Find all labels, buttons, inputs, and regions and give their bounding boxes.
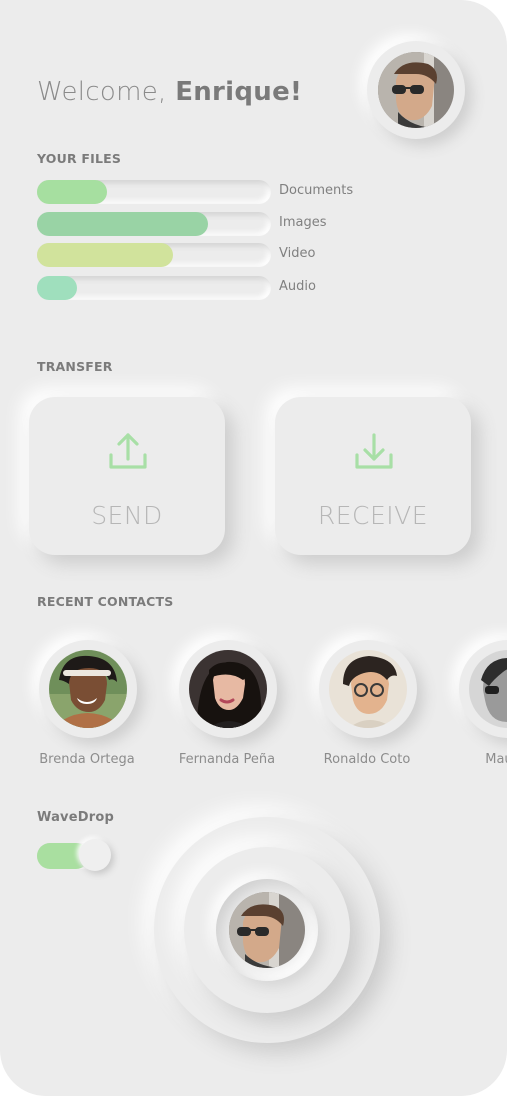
file-usage-fill [37, 180, 107, 204]
file-usage-bar [37, 243, 271, 267]
contact-avatar [189, 650, 267, 728]
file-usage-bar [37, 212, 271, 236]
profile-avatar-button[interactable] [367, 41, 465, 139]
file-usage-bar [37, 180, 271, 204]
user-name: Enrique! [175, 77, 303, 107]
app-screen: Welcome, Enrique! YOUR FILES Documents Im… [0, 0, 507, 1096]
contact-avatar-button[interactable] [179, 640, 277, 738]
file-type-label: Video [279, 246, 316, 261]
file-type-label: Audio [279, 279, 316, 294]
receive-button[interactable]: RECEIVE [275, 397, 471, 555]
wavedrop-user-avatar [229, 892, 305, 968]
toggle-knob[interactable] [79, 839, 111, 871]
transfer-section-title: TRANSFER [37, 359, 113, 374]
send-button[interactable]: SEND [29, 397, 225, 555]
contact-avatar-button[interactable] [459, 640, 507, 738]
receive-label: RECEIVE [317, 501, 429, 530]
wavedrop-title: WaveDrop [37, 810, 114, 825]
contact-avatar [49, 650, 127, 728]
contacts-section-title: RECENT CONTACTS [37, 594, 174, 609]
greeting-text: Welcome, [37, 77, 167, 107]
wavedrop-toggle[interactable] [37, 839, 111, 871]
send-label: SEND [91, 501, 163, 530]
contact-name: Mauric [485, 752, 507, 767]
contact-avatar-button[interactable] [39, 640, 137, 738]
file-usage-fill [37, 243, 173, 267]
upload-icon [109, 433, 147, 469]
file-type-label: Documents [279, 183, 354, 198]
contact-name: Ronaldo Coto [323, 752, 411, 767]
contact-name: Fernanda Peña [178, 752, 276, 767]
file-usage-fill [37, 212, 208, 236]
welcome-heading: Welcome, Enrique! [37, 77, 302, 107]
files-section-title: YOUR FILES [37, 151, 122, 166]
file-usage-fill [37, 276, 77, 300]
contact-avatar [329, 650, 407, 728]
contact-avatar [469, 650, 507, 728]
profile-avatar [378, 52, 454, 128]
file-usage-bar [37, 276, 271, 300]
download-icon [355, 433, 393, 469]
file-type-label: Images [279, 215, 327, 230]
contact-name: Brenda Ortega [39, 752, 135, 767]
contact-avatar-button[interactable] [319, 640, 417, 738]
